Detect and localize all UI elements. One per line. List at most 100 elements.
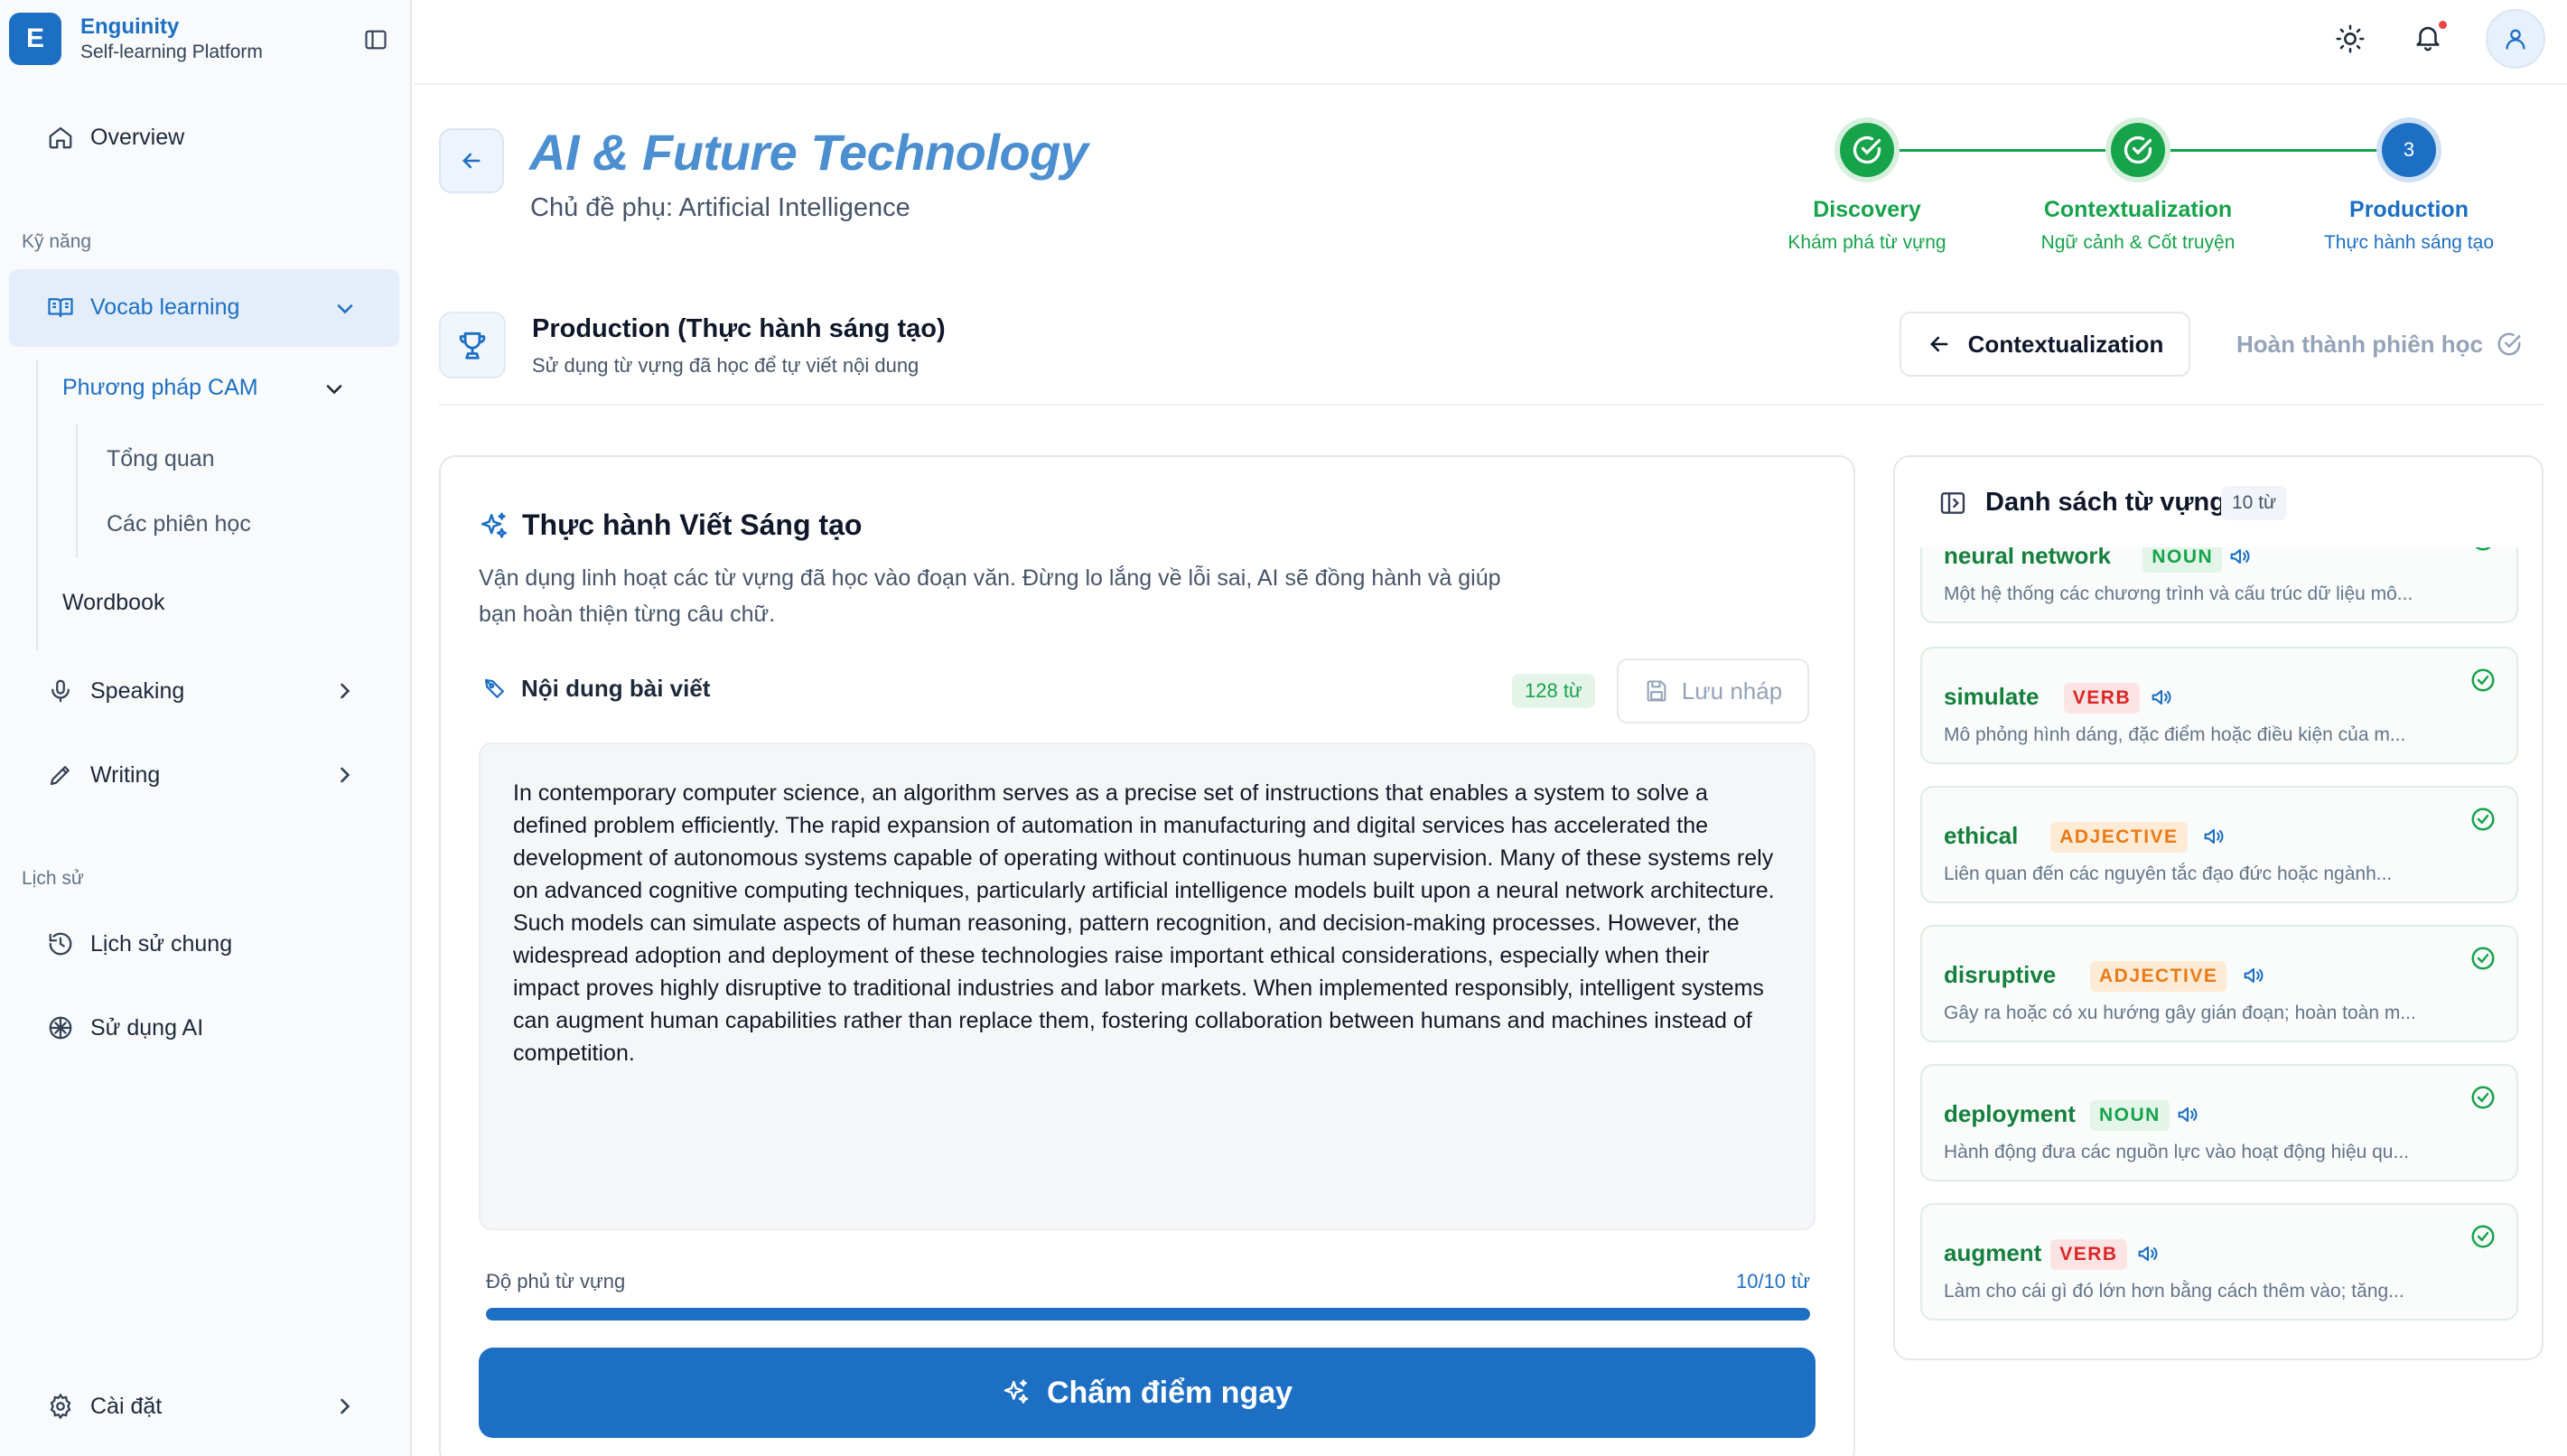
sidebar-item-label: Lịch sử chung bbox=[90, 930, 233, 957]
avatar[interactable] bbox=[2486, 9, 2545, 69]
vocab-word: deployment bbox=[1944, 1100, 2076, 1127]
vocab-word: ethical bbox=[1944, 822, 2019, 849]
essay-textarea[interactable]: In contemporary computer science, an alg… bbox=[479, 742, 1816, 1230]
sidebar-item-label: Writing bbox=[90, 761, 161, 788]
check-circle-icon bbox=[2124, 135, 2152, 164]
panel-collapse-icon[interactable] bbox=[1938, 489, 1967, 518]
step-label: Production bbox=[2349, 197, 2469, 222]
vocab-item[interactable]: neural network NOUN Một hệ thống các chươn… bbox=[1920, 547, 2518, 623]
sidebar-item-label: Speaking bbox=[90, 677, 185, 704]
history-icon bbox=[49, 932, 72, 956]
vocab-item[interactable]: augment VERB Làm cho cái gì đó lớn hơn bằn… bbox=[1920, 1203, 2518, 1321]
app-root: E Enguinity Self-learning Platform Overv… bbox=[0, 0, 2567, 1456]
step-discovery-circle[interactable] bbox=[1840, 123, 1894, 177]
finish-session-button[interactable]: Hoàn thành phiên học bbox=[2236, 312, 2523, 377]
arrow-left-icon bbox=[1929, 336, 1948, 352]
check-circle-icon bbox=[1853, 135, 1881, 164]
stepper-connector bbox=[2165, 149, 2385, 152]
user-icon bbox=[2506, 29, 2525, 50]
trophy-badge bbox=[439, 312, 506, 378]
sidebar-item-label: Vocab learning bbox=[90, 294, 240, 320]
speaker-icon[interactable] bbox=[2135, 1241, 2161, 1266]
check-circle-icon bbox=[2469, 1084, 2497, 1111]
sidebar-item-history-ai[interactable]: Sử dụng AI bbox=[47, 1014, 203, 1041]
writing-description: Vận dụng linh hoạt các từ vựng đã học và… bbox=[479, 560, 1563, 632]
sidebar-item-overview[interactable]: Overview bbox=[47, 124, 184, 151]
button-label: Lưu nháp bbox=[1681, 677, 1783, 705]
grade-now-button[interactable]: Chấm điểm ngay bbox=[479, 1348, 1816, 1438]
sidebar-item-vocab[interactable]: Vocab learning bbox=[47, 294, 239, 321]
sidebar-item-label: Sử dụng AI bbox=[90, 1014, 204, 1041]
step-production-circle[interactable]: 3 bbox=[2382, 123, 2436, 177]
coverage-value: 10/10 từ bbox=[1735, 1270, 1810, 1293]
section-history: Lịch sử bbox=[22, 868, 84, 889]
top-bar bbox=[414, 0, 2567, 85]
chevron-right-icon[interactable] bbox=[332, 678, 358, 704]
sidebar-item-label: Wordbook bbox=[62, 590, 165, 615]
sidebar-item-history-general[interactable]: Lịch sử chung bbox=[47, 930, 232, 957]
check-circle-icon bbox=[2469, 945, 2497, 972]
tree-line bbox=[76, 425, 78, 558]
chevron-right-icon[interactable] bbox=[332, 762, 358, 788]
pencil-icon bbox=[50, 766, 70, 786]
stepper-connector bbox=[1894, 149, 2114, 152]
vocab-word: augment bbox=[1944, 1239, 2042, 1266]
sidebar-item-cam-overview[interactable]: Tổng quan bbox=[107, 446, 215, 472]
sidebar-item-label: Các phiên học bbox=[107, 511, 251, 537]
pen-nib-icon bbox=[481, 676, 509, 703]
sidebar-item-settings[interactable]: Cài đặt bbox=[47, 1393, 162, 1420]
speaker-icon[interactable] bbox=[2201, 824, 2226, 849]
part-of-speech-badge: VERB bbox=[2063, 683, 2141, 714]
coverage-progress-bar bbox=[486, 1308, 1810, 1321]
vocab-word: neural network bbox=[1944, 547, 2111, 569]
microphone-icon bbox=[51, 679, 70, 703]
notification-dot bbox=[2439, 21, 2447, 29]
app-name: Enguinity bbox=[80, 14, 180, 39]
divider bbox=[439, 404, 2544, 406]
part-of-speech-badge: VERB bbox=[2050, 1239, 2127, 1270]
vocab-panel-title: Danh sách từ vựng bbox=[1985, 488, 2226, 517]
vocab-word: disruptive bbox=[1944, 961, 2057, 988]
speaker-icon[interactable] bbox=[2241, 963, 2266, 988]
sidebar-item-label: Tổng quan bbox=[107, 446, 215, 471]
part-of-speech-badge: ADJECTIVE bbox=[2090, 961, 2227, 992]
vocab-list[interactable]: neural network NOUN Một hệ thống các chươn… bbox=[1920, 547, 2518, 1342]
part-of-speech-badge: ADJECTIVE bbox=[2050, 822, 2188, 853]
button-label: Contextualization bbox=[1967, 330, 2164, 358]
speaker-icon[interactable] bbox=[2175, 1102, 2200, 1127]
speaker-icon[interactable] bbox=[2149, 685, 2174, 710]
content-label: Nội dung bài viết bbox=[521, 675, 711, 702]
step-sub: Thực hành sáng tạo bbox=[2323, 232, 2494, 253]
chevron-right-icon[interactable] bbox=[332, 1394, 358, 1419]
button-label: Hoàn thành phiên học bbox=[2236, 330, 2483, 358]
save-draft-button[interactable]: Lưu nháp bbox=[1617, 658, 1809, 723]
sidebar-item-cam-sessions[interactable]: Các phiên học bbox=[107, 511, 251, 537]
vocab-word: simulate bbox=[1944, 683, 2040, 710]
speaker-icon[interactable] bbox=[2227, 547, 2253, 569]
chevron-down-icon[interactable] bbox=[322, 377, 347, 402]
trophy-icon bbox=[459, 331, 486, 359]
back-button[interactable] bbox=[439, 128, 504, 193]
writing-title: Thực hành Viết Sáng tạo bbox=[522, 509, 863, 541]
vocab-definition: Liên quan đến các nguyên tắc đạo đức hoặ… bbox=[1944, 863, 2393, 884]
sidebar-toggle-icon[interactable] bbox=[363, 27, 388, 52]
step-contextualization-circle[interactable] bbox=[2111, 123, 2165, 177]
vocab-definition: Hành động đưa các nguồn lực vào hoạt độn… bbox=[1944, 1142, 2409, 1162]
vocab-definition: Gây ra hoặc có xu hướng gây gián đoạn; h… bbox=[1944, 1003, 2416, 1023]
vocab-item[interactable]: disruptive ADJECTIVE Gây ra hoặc có xu hướ… bbox=[1920, 925, 2518, 1042]
vocab-item[interactable]: simulate VERB Mô phỏng hình dáng, đặc điểm… bbox=[1920, 647, 2518, 764]
vocab-item[interactable]: ethical ADJECTIVE Liên quan đến các nguyên… bbox=[1920, 786, 2518, 903]
vocab-definition: Mô phỏng hình dáng, đặc điểm hoặc điều k… bbox=[1944, 724, 2406, 745]
vocab-item[interactable]: deployment NOUN Hành động đưa các nguồn lự… bbox=[1920, 1064, 2518, 1181]
sidebar-item-label: Cài đặt bbox=[90, 1393, 163, 1419]
sidebar-item-wordbook[interactable]: Wordbook bbox=[62, 590, 165, 616]
chevron-down-icon[interactable] bbox=[332, 296, 358, 322]
gear-icon bbox=[50, 1393, 71, 1420]
sun-icon[interactable] bbox=[2335, 23, 2366, 54]
sidebar-item-writing[interactable]: Writing bbox=[47, 761, 160, 789]
back-to-contextualization-button[interactable]: Contextualization bbox=[1900, 312, 2190, 377]
page-title: AI & Future Technology bbox=[529, 124, 1088, 181]
sidebar-item-cam-method[interactable]: Phương pháp CAM bbox=[62, 375, 258, 401]
sidebar-item-speaking[interactable]: Speaking bbox=[47, 677, 184, 705]
step-sub: Ngữ cảnh & Cốt truyện bbox=[2040, 232, 2236, 253]
